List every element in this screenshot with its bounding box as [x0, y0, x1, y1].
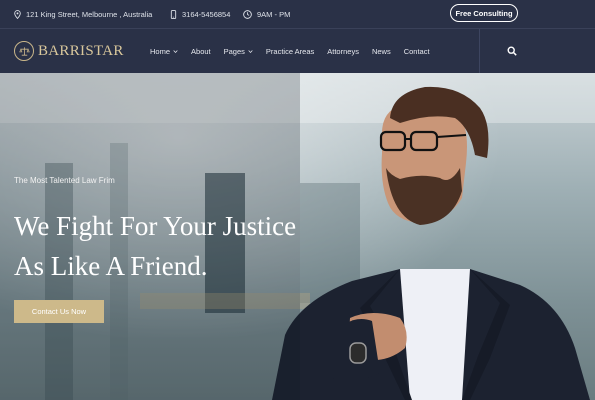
scales-logo-icon [14, 41, 34, 61]
location-icon [14, 9, 21, 19]
address-text: 121 King Street, Melbourne , Australia [26, 9, 153, 19]
nav-item-label: Attorneys [327, 47, 359, 56]
chevron-down-icon [173, 50, 178, 54]
nav-item-label: Practice Areas [265, 47, 315, 56]
phone-info: 3164-5456854 [170, 0, 230, 28]
nav-item-label: Pages [223, 47, 245, 56]
brand-logo[interactable]: BARRISTAR [14, 39, 124, 63]
nav-item-contact[interactable]: Contact [404, 47, 430, 56]
hours-text: 9AM - PM [257, 9, 291, 19]
nav-item-news[interactable]: News [372, 47, 391, 56]
search-icon[interactable] [507, 46, 517, 56]
top-bar: 121 King Street, Melbourne , Australia 3… [0, 0, 595, 28]
nav-item-about[interactable]: About [191, 47, 211, 56]
phone-icon [170, 9, 177, 19]
address-info: 121 King Street, Melbourne , Australia [14, 0, 152, 28]
nav-item-label: About [191, 47, 211, 56]
chevron-down-icon [248, 50, 253, 54]
nav-item-label: Home [150, 47, 171, 56]
brand-name: BARRISTAR [38, 42, 124, 59]
nav-divider [479, 29, 480, 74]
hero-heading-line-1: We Fight For Your Justice [14, 211, 297, 241]
nav-item-label: News [371, 47, 391, 56]
clock-icon [243, 9, 252, 19]
nav-item-home[interactable]: Home [150, 47, 178, 56]
main-menu: Home About Pages Practice Areas Attorney… [150, 29, 443, 74]
hours-info: 9AM - PM [243, 0, 290, 28]
phone-text[interactable]: 3164-5456854 [182, 10, 230, 19]
nav-item-practice-areas[interactable]: Practice Areas [266, 47, 314, 56]
hero-kicker-text: The Most Talented Law Frim [14, 176, 115, 185]
main-navbar: BARRISTAR Home About Pages Practice Area… [0, 28, 595, 74]
hero-heading-line-2: As Like A Friend. [14, 251, 208, 281]
free-consulting-button[interactable]: Free Consulting [450, 4, 518, 22]
contact-us-button[interactable]: Contact Us Now [14, 300, 104, 323]
nav-item-label: Contact [403, 47, 430, 56]
nav-item-pages[interactable]: Pages [224, 47, 253, 56]
nav-item-attorneys[interactable]: Attorneys [327, 47, 359, 56]
hero-section: The Most Talented Law Frim We Fight For … [0, 73, 595, 400]
hero-heading: We Fight For Your Justice As Like A Frie… [14, 206, 334, 286]
